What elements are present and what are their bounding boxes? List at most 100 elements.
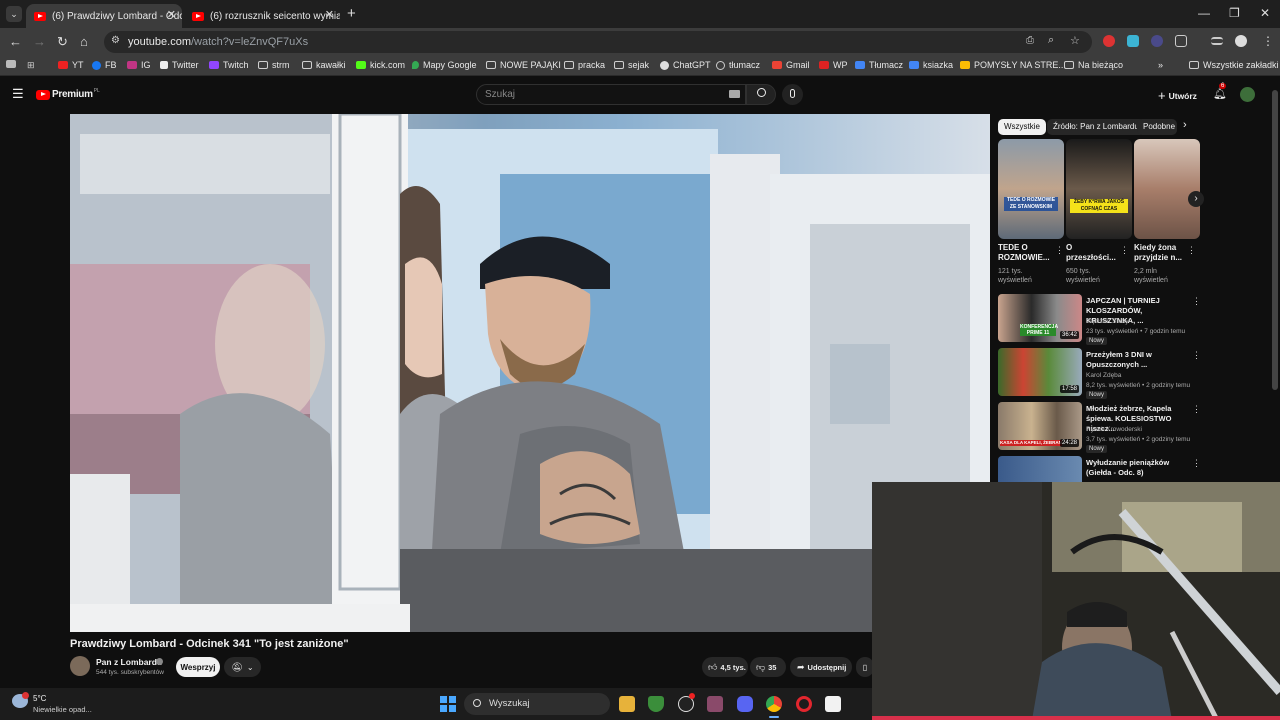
- extensions-puzzle-icon[interactable]: [1175, 35, 1187, 47]
- shorts-next-button[interactable]: ›: [1188, 191, 1204, 207]
- bookmark-tlumacz-globe[interactable]: tłumacz: [716, 60, 760, 70]
- bookmark-folder-sejak[interactable]: sejak: [614, 60, 649, 70]
- bookmark-yt[interactable]: YT: [58, 60, 84, 70]
- discord-icon[interactable]: [737, 696, 753, 712]
- page-scrollbar[interactable]: [1272, 90, 1278, 390]
- related-video-channel[interactable]: Karol Zdęba: [1086, 371, 1121, 380]
- close-tab-icon[interactable]: ✕: [325, 8, 334, 21]
- minimize-icon[interactable]: —: [1198, 6, 1210, 20]
- related-video-thumbnail[interactable]: [998, 456, 1082, 482]
- notifications-bell-icon[interactable]: 🔔︎: [1213, 87, 1227, 100]
- short-thumbnail[interactable]: [1134, 139, 1200, 239]
- bookmark-folder-nowe-pajaki[interactable]: NOWE PAJĄKI: [486, 60, 561, 70]
- bookmark-wp[interactable]: WP: [819, 60, 848, 70]
- keyboard-icon[interactable]: [729, 90, 740, 98]
- chip-all[interactable]: Wszystkie: [998, 119, 1046, 135]
- more-menu-icon[interactable]: ⋮: [1262, 34, 1274, 48]
- bookmark-gmail[interactable]: Gmail: [772, 60, 810, 70]
- close-window-icon[interactable]: ✕: [1260, 6, 1270, 20]
- like-button[interactable]: 👍︎ 4,5 tys.: [702, 657, 748, 677]
- forward-icon[interactable]: →: [33, 34, 46, 49]
- chip-related[interactable]: Podobne: [1137, 119, 1177, 135]
- related-video-thumbnail[interactable]: KASA DLA KAPELI, ŻEBRANIE DLA... 24:28: [998, 402, 1082, 450]
- related-video-channel[interactable]: Rynek Krowoderski: [1086, 425, 1142, 434]
- share-button[interactable]: ➦ Udostępnij: [790, 657, 852, 677]
- bookmark-folder-strm[interactable]: strm: [258, 60, 290, 70]
- related-video-title[interactable]: Wyłudzanie pieniążków (Giełda - Odc. 8): [1086, 458, 1190, 478]
- related-video-thumbnail[interactable]: 17:58: [998, 348, 1082, 396]
- video-player[interactable]: [70, 114, 990, 632]
- extension-icon[interactable]: [1151, 35, 1163, 47]
- bookmark-folder-na-biezaco[interactable]: Na bieżąco: [1064, 60, 1123, 70]
- subscribed-notifications-button[interactable]: 🔕︎ ⌄: [224, 657, 261, 677]
- related-video-menu-icon[interactable]: ⋮: [1192, 296, 1201, 307]
- dislike-button[interactable]: 👎︎ 35: [750, 657, 786, 677]
- bookmark-ksiazka[interactable]: ksiazka: [909, 60, 953, 70]
- bookmark-folder-all[interactable]: Wszystkie zakładki: [1189, 60, 1279, 70]
- bookmark-tlumacz[interactable]: Tłumacz: [855, 60, 903, 70]
- bookmark-chatgpt[interactable]: ChatGPT: [660, 60, 711, 70]
- taskbar-search[interactable]: Wyszukaj: [464, 693, 610, 715]
- tab-search-button[interactable]: ⌄: [6, 6, 22, 22]
- shield-app-icon[interactable]: [648, 696, 664, 712]
- short-thumbnail[interactable]: ŻEBY K*RWA JAKOŚ COFNĄĆ CZAS: [1066, 139, 1132, 239]
- related-video-title[interactable]: Przeżyłem 3 DNI w Opuszczonych ...: [1086, 350, 1190, 370]
- bookmark-folder-pracka[interactable]: pracka: [564, 60, 605, 70]
- bookmarks-overflow-icon[interactable]: »: [1158, 60, 1163, 70]
- short-menu-icon[interactable]: ⋮: [1055, 245, 1064, 256]
- home-icon[interactable]: ⌂: [80, 34, 88, 49]
- short-title[interactable]: TEDE O ROZMOWIE...: [998, 243, 1054, 263]
- back-icon[interactable]: ←: [9, 34, 22, 49]
- support-button[interactable]: Wesprzyj: [176, 657, 220, 677]
- new-tab-button[interactable]: +: [347, 5, 356, 22]
- channel-name[interactable]: Pan z Lombardu: [96, 657, 162, 667]
- address-bar[interactable]: ⚙ youtube.com/watch?v=leZnvQF7uXs ⎙ ⌕ ☆: [104, 31, 1092, 53]
- tab-prawdziwy-lombard[interactable]: (6) Prawdziwy Lombard - Odcin ✕: [26, 4, 182, 28]
- weather-temp[interactable]: 5°C: [33, 694, 46, 703]
- bookmark-fb[interactable]: FB: [92, 60, 117, 70]
- channel-avatar[interactable]: [70, 656, 90, 676]
- tab-rozrusznik[interactable]: (6) rozrusznik seicento wymiana ✕: [184, 4, 340, 28]
- windows-start-icon[interactable]: [440, 696, 456, 712]
- search-input[interactable]: Szukaj: [476, 84, 746, 105]
- related-video-menu-icon[interactable]: ⋮: [1192, 350, 1201, 361]
- install-app-icon[interactable]: ⎙: [1026, 35, 1034, 46]
- bookmark-kick[interactable]: kick.com: [356, 60, 405, 70]
- chrome-icon[interactable]: [766, 696, 782, 712]
- short-menu-icon[interactable]: ⋮: [1120, 245, 1129, 256]
- site-info-icon[interactable]: ⚙: [111, 35, 120, 46]
- short-thumbnail[interactable]: TEDE O ROZMOWIE ZE STANOWSKIM: [998, 139, 1064, 239]
- weather-desc[interactable]: Niewielkie opad...: [33, 705, 92, 714]
- related-video-thumbnail[interactable]: KONFERENCJA PRIME 11 36:42: [998, 294, 1082, 342]
- profile-avatar[interactable]: [1235, 35, 1247, 47]
- bookmark-folder-kawalki[interactable]: kawałki: [302, 60, 346, 70]
- capcut-icon[interactable]: [825, 696, 841, 712]
- bookmark-star-icon[interactable]: ☆: [1070, 34, 1080, 47]
- reload-icon[interactable]: ↻: [57, 34, 68, 50]
- restore-icon[interactable]: ❐: [1229, 6, 1240, 20]
- bookmark-pomysly[interactable]: POMYSŁY NA STRE...: [960, 60, 1066, 70]
- create-button[interactable]: + Utwórz: [1158, 88, 1197, 103]
- hamburger-menu-icon[interactable]: ☰: [12, 86, 24, 102]
- photos-app-icon[interactable]: [707, 696, 723, 712]
- apps-grid-icon[interactable]: ⊞: [27, 60, 35, 71]
- close-tab-icon[interactable]: ✕: [167, 8, 176, 21]
- bookmark-ig[interactable]: IG: [127, 60, 151, 70]
- opera-icon[interactable]: [796, 696, 812, 712]
- bookmark-twitter[interactable]: Twitter: [160, 60, 199, 70]
- short-title[interactable]: Kiedy żona przyjdzie n...: [1134, 243, 1190, 263]
- bookmark-mapy-google[interactable]: Mapy Google: [412, 60, 477, 70]
- chips-next-chevron-icon[interactable]: ›: [1183, 119, 1187, 131]
- file-explorer-icon[interactable]: [619, 696, 635, 712]
- search-button[interactable]: [746, 84, 776, 105]
- media-controls-icon[interactable]: [1211, 37, 1223, 45]
- account-avatar[interactable]: [1240, 87, 1255, 102]
- related-video-menu-icon[interactable]: ⋮: [1192, 458, 1201, 469]
- record-extension-icon[interactable]: [1103, 35, 1115, 47]
- related-video-menu-icon[interactable]: ⋮: [1192, 404, 1201, 415]
- bookmark-tab-icon[interactable]: [6, 60, 20, 68]
- related-video-channel[interactable]: Japczan Shoty: [1086, 317, 1129, 326]
- short-title[interactable]: O przeszłości...: [1066, 243, 1122, 263]
- voice-search-button[interactable]: [782, 84, 803, 105]
- zoom-icon[interactable]: ⌕: [1048, 34, 1054, 47]
